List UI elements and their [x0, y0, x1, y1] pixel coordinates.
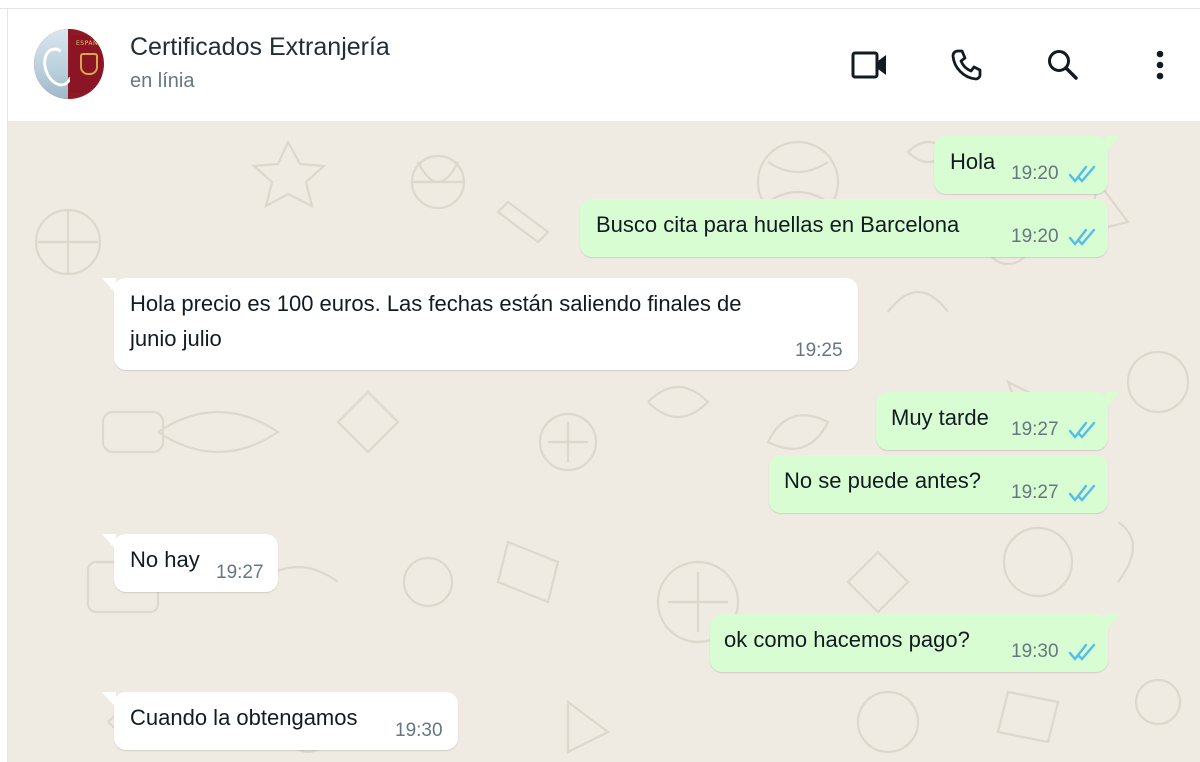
voice-call-button[interactable]	[946, 47, 986, 83]
search-icon	[1048, 50, 1078, 80]
whatsapp-chat-window: ESPAÑA Certificados Extranjería en línia	[0, 0, 1200, 762]
message-text: Cuando la obtengamos	[130, 705, 358, 730]
double-check-read-icon	[1068, 484, 1096, 502]
contact-avatar[interactable]: ESPAÑA	[34, 29, 104, 99]
double-check-read-icon	[1068, 643, 1096, 661]
message-time: 19:25	[795, 340, 843, 361]
contact-status: en línia	[130, 70, 195, 92]
more-options-icon	[1156, 50, 1164, 80]
message-text: No se puede antes?	[784, 468, 981, 493]
search-button[interactable]	[1043, 47, 1083, 83]
message-outgoing[interactable]: Hola 19:20	[934, 136, 1120, 194]
message-text-line-1: Hola precio es 100 euros. Las fechas est…	[130, 291, 742, 316]
bubble-tail	[102, 534, 116, 550]
message-text-line-2: junio julio	[130, 326, 222, 351]
message-incoming[interactable]: No hay 19:27	[102, 534, 278, 592]
message-time: 19:27	[216, 562, 264, 583]
message-text: ok como hacemos pago?	[724, 627, 970, 652]
message-time: 19:27	[1011, 482, 1059, 503]
window-left-edge	[0, 0, 8, 762]
message-text: Muy tarde	[891, 405, 989, 430]
double-check-read-icon	[1068, 228, 1096, 246]
message-outgoing[interactable]: ok como hacemos pago? 19:30	[710, 614, 1120, 672]
video-call-icon	[851, 51, 886, 79]
bubble-tail	[1106, 136, 1120, 152]
avatar-passport-label: ESPAÑA	[76, 40, 103, 47]
message-time: 19:30	[1011, 641, 1059, 662]
chat-header: ESPAÑA Certificados Extranjería en línia	[8, 9, 1200, 122]
message-incoming[interactable]: Cuando la obtengamos 19:30	[102, 692, 458, 750]
coat-of-arms-icon	[80, 53, 98, 75]
message-list[interactable]: Hola 19:20 Busco cita para huellas en Ba…	[8, 122, 1200, 762]
message-text: Busco cita para huellas en Barcelona	[596, 212, 960, 237]
bubble-tail	[102, 692, 116, 708]
bubble-tail	[1106, 392, 1120, 408]
window-top-border	[0, 0, 1200, 9]
message-time: 19:20	[1011, 163, 1059, 184]
double-check-read-icon	[1068, 421, 1096, 439]
bubble-tail	[1106, 614, 1120, 630]
contact-name[interactable]: Certificados Extranjería	[130, 33, 390, 62]
message-text: Hola	[950, 149, 996, 174]
message-incoming[interactable]: Hola precio es 100 euros. Las fechas est…	[102, 278, 858, 370]
message-outgoing[interactable]: Busco cita para huellas en Barcelona 19:…	[580, 199, 1108, 257]
message-time: 19:20	[1011, 226, 1059, 247]
more-options-button[interactable]	[1140, 47, 1180, 83]
bubble-tail	[102, 278, 116, 294]
double-check-read-icon	[1068, 165, 1096, 183]
voice-call-icon	[951, 49, 982, 81]
message-outgoing[interactable]: No se puede antes? 19:27	[769, 455, 1108, 513]
message-time: 19:27	[1011, 419, 1059, 440]
message-outgoing[interactable]: Muy tarde 19:27	[876, 392, 1120, 450]
message-time: 19:30	[395, 720, 443, 741]
video-call-button[interactable]	[850, 47, 890, 83]
message-text: No hay	[130, 547, 200, 572]
